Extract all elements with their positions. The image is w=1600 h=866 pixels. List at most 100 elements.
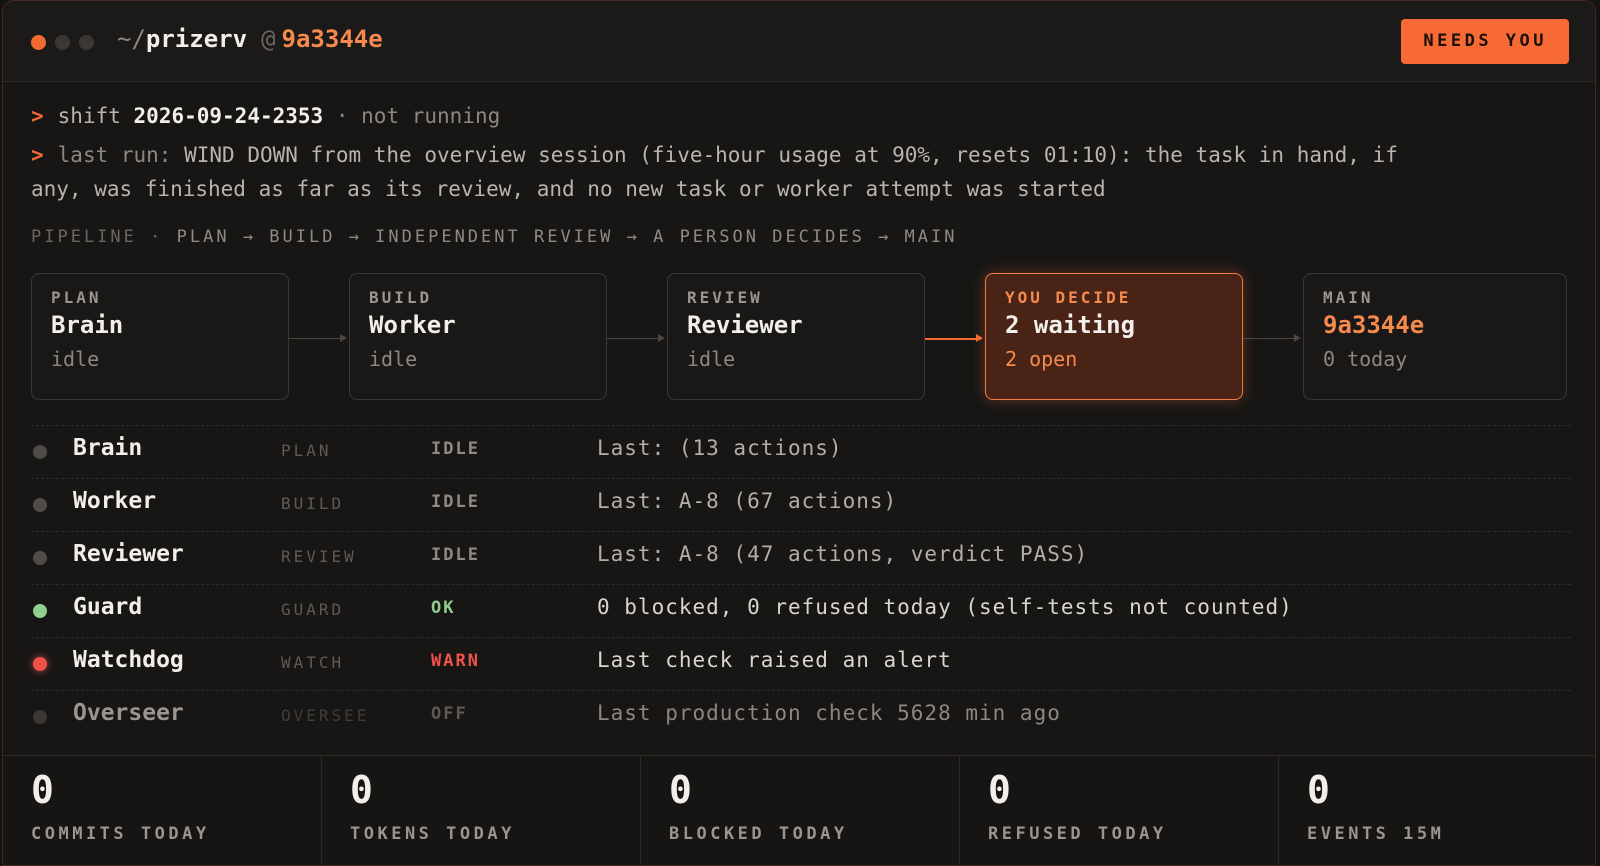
stage-label: MAIN (1323, 288, 1374, 307)
pipeline-title: PIPELINE (31, 227, 137, 247)
stat-caption: COMMITS TODAY (31, 824, 210, 844)
stage-card-main[interactable]: MAIN 9a3344e 0 today (1303, 273, 1567, 400)
stage-name: Worker (369, 311, 456, 339)
agent-detail: Last: A-8 (67 actions) (597, 489, 898, 513)
agent-detail: Last production check 5628 min ago (597, 701, 1061, 725)
agent-state: OK (431, 598, 456, 618)
agent-row-guard[interactable]: Guard GUARD OK 0 blocked, 0 refused toda… (31, 584, 1571, 637)
status-dot-icon (33, 657, 47, 671)
pipeline-label: PIPELINE · PLAN → BUILD → INDEPENDENT RE… (31, 227, 958, 247)
last-run-text-2: any, was finished as far as its review, … (31, 177, 1106, 201)
stat-refused-today: 0 REFUSED TODAY (960, 756, 1279, 865)
status-dot-icon (33, 604, 47, 618)
agent-row-overseer[interactable]: Overseer OVERSEE OFF Last production che… (31, 690, 1571, 743)
pipeline-sep: · (150, 227, 164, 247)
agent-state: OFF (431, 704, 468, 724)
flow-arrow-icon (607, 334, 665, 342)
needs-you-button[interactable]: NEEDS YOU (1401, 19, 1569, 64)
last-run-line: > last run: WIND DOWN from the overview s… (31, 138, 1398, 172)
agent-state: IDLE (431, 439, 480, 459)
flow-arrow-icon (1243, 334, 1301, 342)
agent-detail: 0 blocked, 0 refused today (self-tests n… (597, 595, 1293, 619)
shift-id: 2026-09-24-2353 (133, 104, 324, 128)
stage-status: idle (369, 347, 418, 371)
agent-name: Reviewer (73, 541, 184, 567)
flow-arrow-icon (289, 334, 347, 342)
agent-list: Brain PLAN IDLE Last: (13 actions) Worke… (31, 425, 1571, 743)
stat-caption: BLOCKED TODAY (669, 824, 848, 844)
status-dot-icon (33, 551, 47, 565)
dashboard-window: ~/prizerv @9a3344e NEEDS YOU > shift 2026-… (2, 0, 1596, 866)
agent-state: WARN (431, 651, 480, 671)
stat-tokens-today: 0 TOKENS TODAY (322, 756, 641, 865)
at-sign: @ (261, 25, 276, 53)
agent-row-watchdog[interactable]: Watchdog WATCH WARN Last check raised an… (31, 637, 1571, 690)
stat-caption: TOKENS TODAY (350, 824, 515, 844)
separator: · (335, 104, 349, 128)
stage-label: PLAN (51, 288, 102, 307)
stage-name: Reviewer (687, 311, 803, 339)
stage-name: 9a3344e (1323, 311, 1425, 339)
stat-commits-today: 0 COMMITS TODAY (3, 756, 322, 865)
agent-name: Guard (73, 594, 143, 620)
agent-role: OVERSEE (281, 706, 370, 725)
stage-status: idle (51, 347, 100, 371)
title-bar: ~/prizerv @9a3344e NEEDS YOU (3, 1, 1595, 82)
agent-detail: Last: A-8 (47 actions, verdict PASS) (597, 542, 1089, 566)
stat-blocked-today: 0 BLOCKED TODAY (641, 756, 960, 865)
agent-role: BUILD (281, 494, 345, 513)
stat-value: 0 (350, 768, 373, 812)
agent-state: IDLE (431, 545, 480, 565)
agent-name: Overseer (73, 700, 184, 726)
stat-caption: EVENTS 15M (1307, 824, 1445, 844)
stage-card-you-decide[interactable]: YOU DECIDE 2 waiting 2 open (985, 273, 1243, 400)
path-prefix: ~/ (117, 25, 146, 53)
agent-row-brain[interactable]: Brain PLAN IDLE Last: (13 actions) (31, 425, 1571, 478)
stage-status: 0 today (1323, 347, 1408, 371)
stat-events-15m: 0 EVENTS 15M (1279, 756, 1595, 865)
stage-name: 2 waiting (1005, 311, 1136, 339)
shift-label: shift (57, 104, 121, 128)
agent-detail: Last check raised an alert (597, 648, 952, 672)
agent-role: PLAN (281, 441, 332, 460)
agent-detail: Last: (13 actions) (597, 436, 843, 460)
minimize-window-icon[interactable] (55, 35, 70, 50)
repo-name: prizerv (145, 25, 248, 53)
close-window-icon[interactable] (31, 35, 46, 50)
stage-card-build[interactable]: BUILD Worker idle (349, 273, 607, 400)
stat-value: 0 (669, 768, 692, 812)
status-dot-icon (33, 710, 47, 724)
stat-caption: REFUSED TODAY (988, 824, 1167, 844)
window-controls (31, 35, 94, 50)
stat-value: 0 (988, 768, 1011, 812)
prompt-icon: > (31, 104, 44, 128)
agent-role: REVIEW (281, 547, 357, 566)
last-run-line-2: any, was finished as far as its review, … (31, 172, 1106, 206)
stage-label: BUILD (369, 288, 433, 307)
agent-row-reviewer[interactable]: Reviewer REVIEW IDLE Last: A-8 (47 actio… (31, 531, 1571, 584)
last-run-label: last run: (57, 143, 172, 167)
stat-value: 0 (1307, 768, 1330, 812)
pipeline-flow: PLAN → BUILD → INDEPENDENT REVIEW → A PE… (176, 227, 958, 247)
stage-label: REVIEW (687, 288, 763, 307)
status-dot-icon (33, 445, 47, 459)
stage-card-plan[interactable]: PLAN Brain idle (31, 273, 289, 400)
agent-name: Worker (73, 488, 157, 514)
last-run-text: WIND DOWN from the overview session (fiv… (184, 143, 1398, 167)
stats-bar: 0 COMMITS TODAY 0 TOKENS TODAY 0 BLOCKED… (3, 755, 1595, 865)
agent-role: GUARD (281, 600, 345, 619)
status-dot-icon (33, 498, 47, 512)
shift-state: not running (361, 104, 501, 128)
agent-row-worker[interactable]: Worker BUILD IDLE Last: A-8 (67 actions) (31, 478, 1571, 531)
zoom-window-icon[interactable] (79, 35, 94, 50)
stat-value: 0 (31, 768, 54, 812)
agent-name: Brain (73, 435, 143, 461)
flow-arrow-active-icon (925, 334, 983, 342)
stage-card-review[interactable]: REVIEW Reviewer idle (667, 273, 925, 400)
stage-status: 2 open (1005, 347, 1078, 371)
agent-name: Watchdog (73, 647, 184, 673)
stage-name: Brain (51, 311, 124, 339)
stage-status: idle (687, 347, 736, 371)
stage-label: YOU DECIDE (1005, 288, 1132, 307)
agent-state: IDLE (431, 492, 480, 512)
